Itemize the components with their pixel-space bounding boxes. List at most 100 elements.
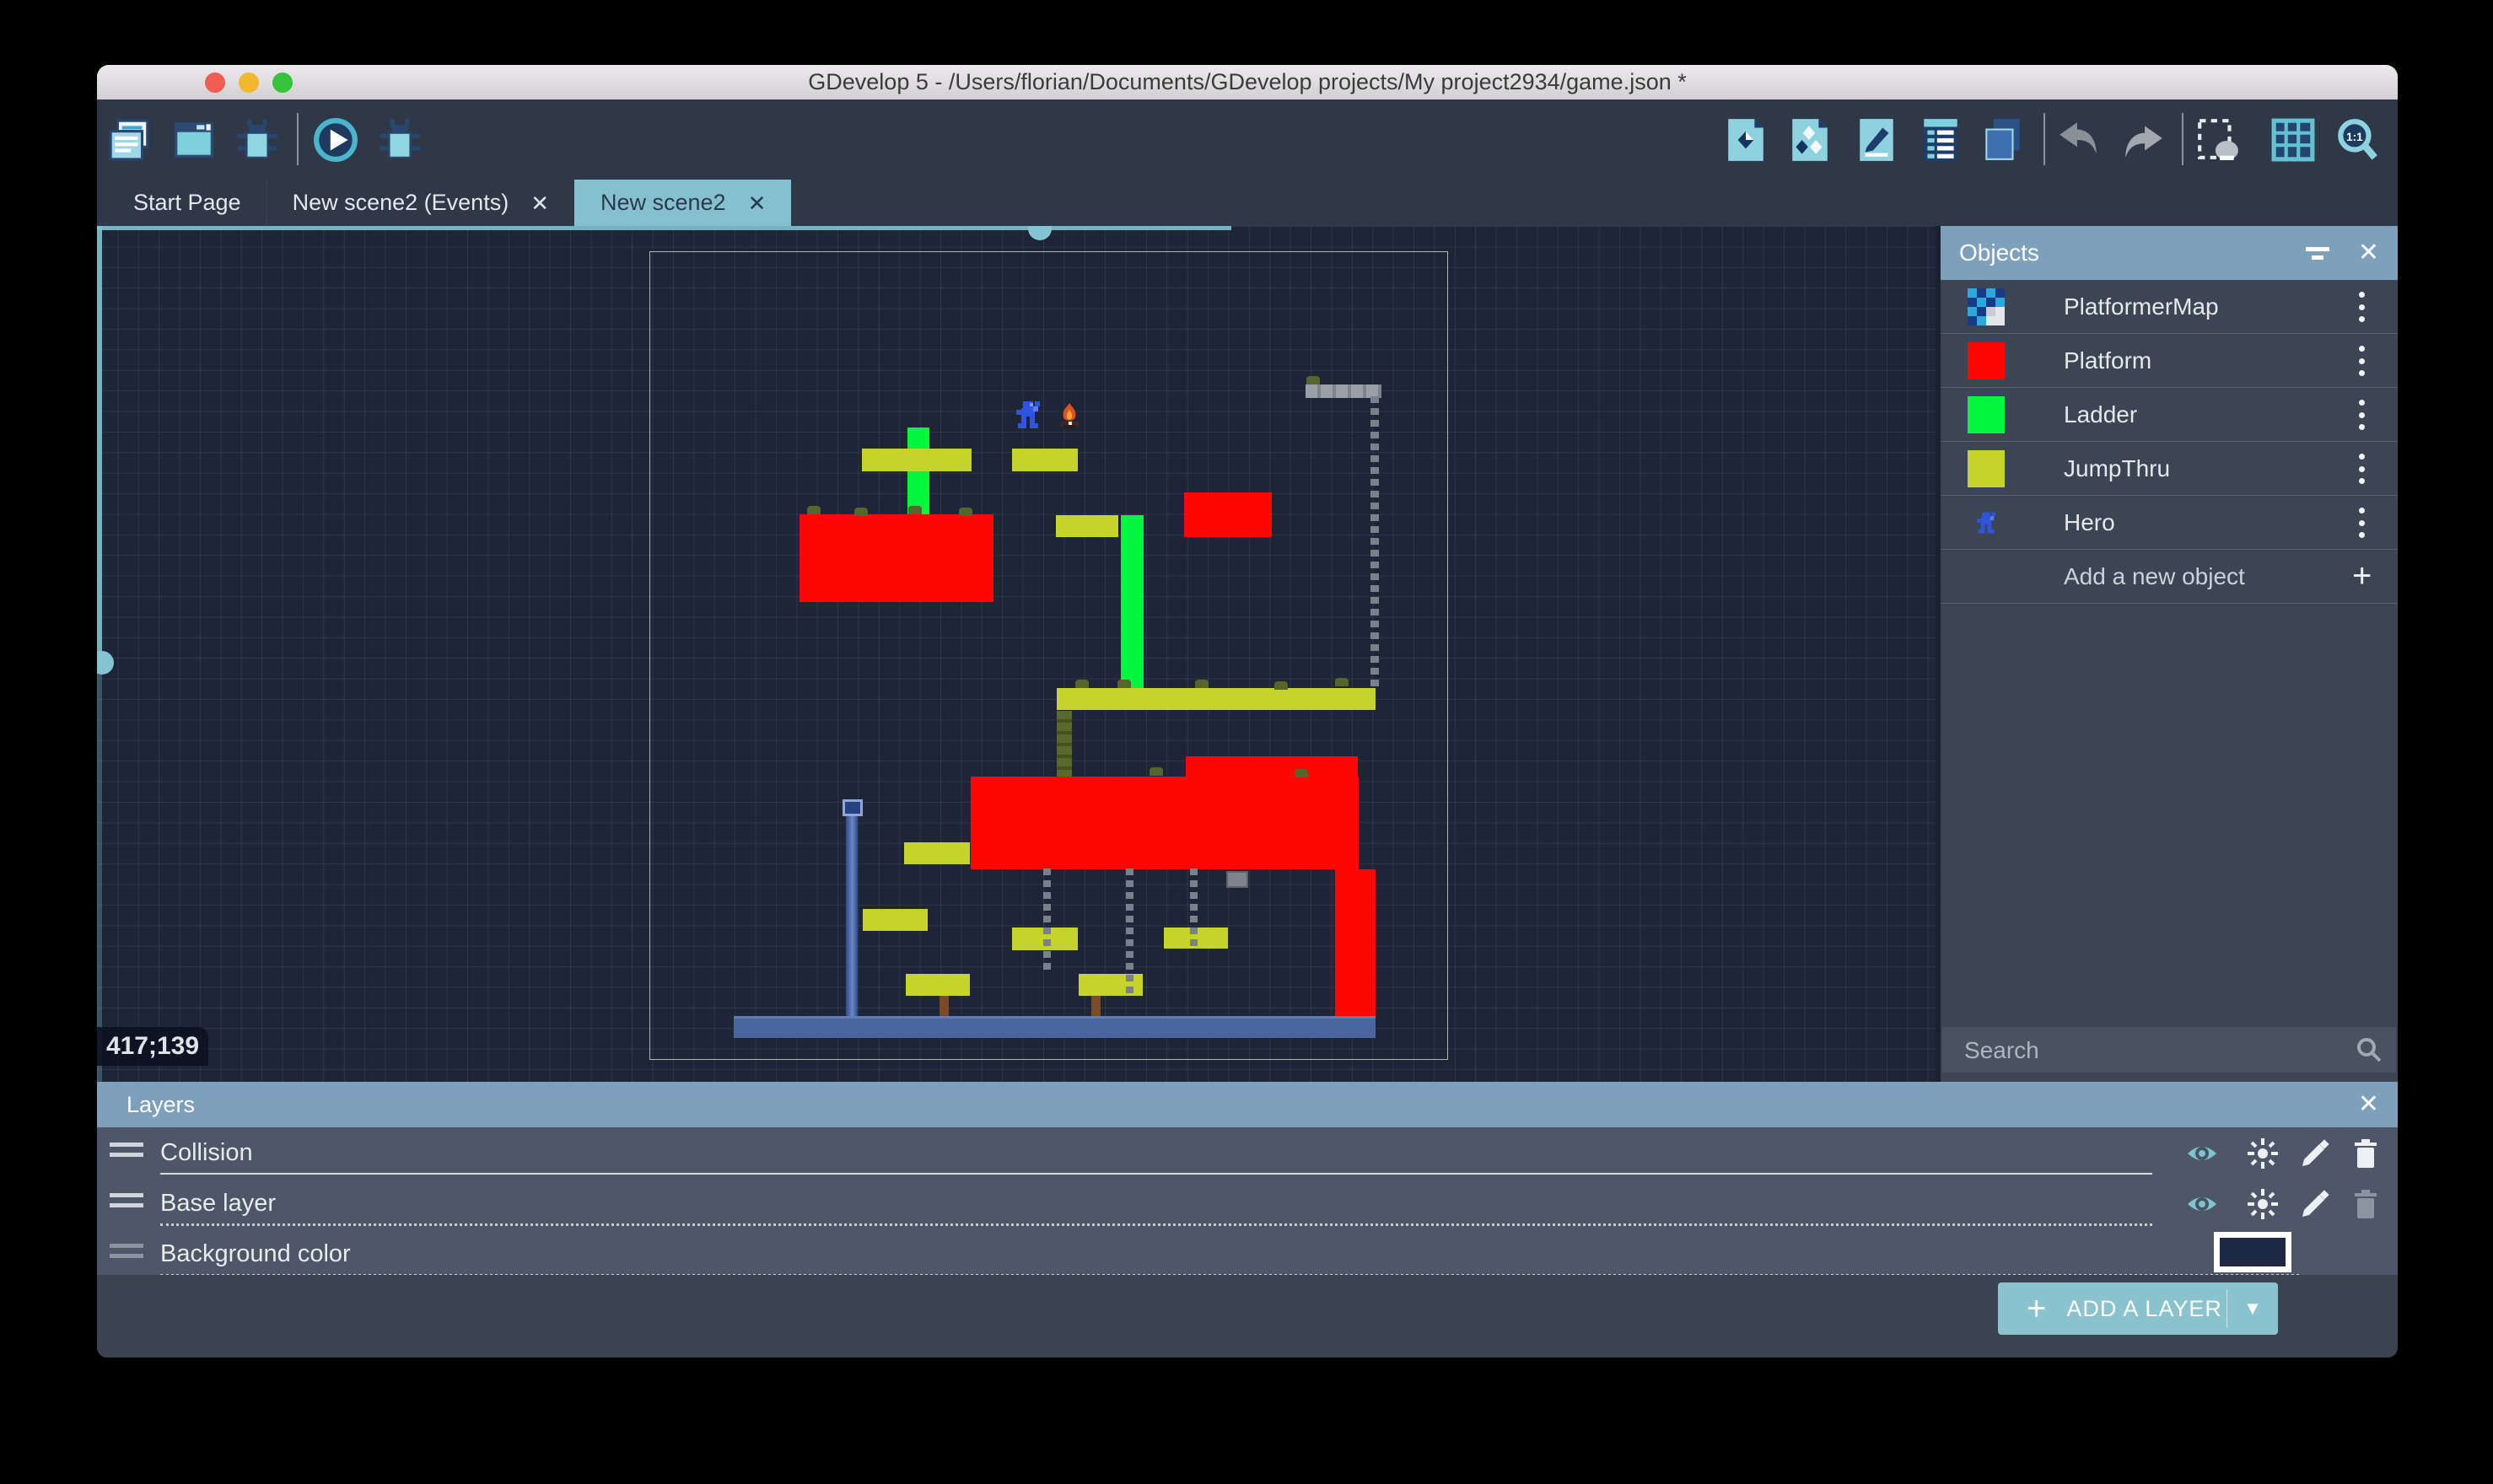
- scene-block-yellow[interactable]: [862, 449, 972, 471]
- background-color-swatch[interactable]: [2214, 1232, 2291, 1272]
- vertical-scrollbar-thumb[interactable]: [97, 651, 114, 675]
- object-menu-icon[interactable]: [2359, 508, 2366, 538]
- scene-block-chain[interactable]: [1043, 868, 1051, 974]
- edit-icon[interactable]: [2299, 1137, 2331, 1169]
- scene-block-chain[interactable]: [1370, 396, 1379, 691]
- scene-block-tuft[interactable]: [807, 506, 821, 514]
- debug-preview-icon[interactable]: [377, 117, 423, 163]
- object-groups-icon[interactable]: [1787, 117, 1833, 163]
- scene-block-pole[interactable]: [846, 804, 858, 1017]
- scene-block-tuft[interactable]: [1306, 376, 1320, 384]
- hero-instance[interactable]: [1016, 400, 1040, 430]
- scene-block-red[interactable]: [800, 514, 993, 602]
- vertical-scrollbar-track[interactable]: [97, 664, 102, 1082]
- scene-block-chain[interactable]: [1190, 868, 1198, 949]
- close-panel-icon[interactable]: ✕: [2358, 1092, 2379, 1117]
- scene-block-tuft[interactable]: [1117, 680, 1131, 688]
- scene-block-yellow[interactable]: [1056, 515, 1118, 537]
- redo-icon[interactable]: [2120, 117, 2166, 163]
- vertical-scrollbar[interactable]: [97, 226, 102, 664]
- zoom-1-1-icon[interactable]: 1:1: [2334, 117, 2380, 163]
- scene-editor-icon[interactable]: [171, 117, 217, 163]
- effects-icon[interactable]: [2247, 1137, 2279, 1169]
- undo-icon[interactable]: [2056, 117, 2102, 163]
- object-menu-icon[interactable]: [2359, 346, 2366, 376]
- eye-icon[interactable]: [2186, 1137, 2218, 1169]
- tab-new-scene2-events[interactable]: New scene2 (Events) ✕: [267, 180, 574, 226]
- campfire-instance[interactable]: [1058, 403, 1080, 430]
- scene-block-tuft[interactable]: [1195, 680, 1209, 688]
- scene-block-yellow[interactable]: [904, 842, 970, 864]
- close-tab-icon[interactable]: ✕: [748, 192, 767, 214]
- scene-block-red[interactable]: [1186, 756, 1358, 777]
- layers-list-icon[interactable]: [1979, 117, 2025, 163]
- debugger-icon[interactable]: [234, 117, 280, 163]
- edit-properties-icon[interactable]: [1854, 117, 1899, 163]
- layer-row-base-layer[interactable]: Base layer: [97, 1178, 2398, 1229]
- scene-block-tuft[interactable]: [1274, 681, 1288, 690]
- drag-handle-icon[interactable]: [110, 1143, 143, 1161]
- tab-start-page[interactable]: Start Page: [108, 180, 267, 226]
- layer-name-field[interactable]: Collision: [160, 1132, 2152, 1175]
- object-search-box[interactable]: [1942, 1027, 2396, 1073]
- drag-handle-icon[interactable]: [110, 1193, 143, 1212]
- object-row-platform[interactable]: Platform: [1941, 334, 2398, 388]
- layer-row-background-color[interactable]: Background color: [97, 1229, 2398, 1279]
- scene-block-tuft[interactable]: [1150, 767, 1163, 776]
- scene-block-tuft[interactable]: [959, 508, 972, 516]
- object-menu-icon[interactable]: [2359, 454, 2366, 484]
- play-icon[interactable]: [313, 117, 358, 163]
- scene-block-red[interactable]: [1335, 869, 1376, 1018]
- object-menu-icon[interactable]: [2359, 400, 2366, 430]
- scene-block-brick[interactable]: [1226, 871, 1248, 888]
- scene-block-green[interactable]: [907, 427, 929, 517]
- delete-icon[interactable]: [2350, 1137, 2382, 1169]
- add-instance-icon[interactable]: [1723, 117, 1769, 163]
- object-row-ladder[interactable]: Ladder: [1941, 388, 2398, 442]
- scene-block-tuft[interactable]: [1295, 769, 1308, 777]
- chevron-down-icon[interactable]: ▼: [2227, 1298, 2278, 1320]
- search-input[interactable]: [1963, 1027, 2320, 1074]
- close-tab-icon[interactable]: ✕: [530, 192, 549, 214]
- scene-block-cap[interactable]: [843, 799, 863, 816]
- scene-block-yellow[interactable]: [1012, 449, 1078, 471]
- effects-icon[interactable]: [2247, 1188, 2279, 1220]
- scene-block-red[interactable]: [1184, 492, 1272, 537]
- scene-block-tuft[interactable]: [908, 506, 922, 514]
- add-object-row[interactable]: Add a new object +: [1941, 550, 2398, 604]
- scene-block-ground[interactable]: [734, 1016, 1376, 1038]
- grid-icon[interactable]: [2270, 117, 2316, 163]
- layer-name-field[interactable]: Background color: [160, 1234, 2299, 1277]
- horizontal-scrollbar-thumb[interactable]: [1028, 226, 1052, 240]
- object-row-platformermap[interactable]: PlatformerMap: [1941, 280, 2398, 334]
- scene-block-yellow[interactable]: [906, 974, 970, 996]
- scene-block-tuft[interactable]: [854, 508, 868, 516]
- scene-block-red[interactable]: [971, 777, 1359, 869]
- edit-icon[interactable]: [2299, 1188, 2331, 1220]
- project-manager-icon[interactable]: [107, 117, 153, 163]
- object-row-hero[interactable]: Hero: [1941, 496, 2398, 550]
- tab-new-scene2[interactable]: New scene2 ✕: [574, 180, 791, 226]
- filter-icon[interactable]: [2303, 239, 2332, 266]
- plus-icon[interactable]: +: [2352, 550, 2372, 604]
- scene-block-yellow[interactable]: [863, 909, 928, 931]
- delete-selection-icon[interactable]: [2195, 117, 2241, 163]
- scene-block-post[interactable]: [940, 996, 949, 1018]
- scene-block-olive[interactable]: [1057, 711, 1072, 777]
- object-menu-icon[interactable]: [2359, 292, 2366, 322]
- close-panel-icon[interactable]: ✕: [2358, 240, 2379, 266]
- add-layer-button[interactable]: + ADD A LAYER ▼: [1998, 1282, 2278, 1335]
- layer-name-field[interactable]: Base layer: [160, 1183, 2152, 1226]
- layer-row-collision[interactable]: Collision: [97, 1127, 2398, 1178]
- instances-list-icon[interactable]: [1918, 117, 1963, 163]
- scene-block-chain[interactable]: [1126, 868, 1133, 996]
- horizontal-scrollbar[interactable]: [97, 226, 1231, 230]
- scene-block-post[interactable]: [1091, 996, 1101, 1018]
- scene-canvas[interactable]: 417;139: [97, 226, 1936, 1082]
- object-row-jumpthru[interactable]: JumpThru: [1941, 442, 2398, 496]
- scene-block-yellow[interactable]: [1057, 688, 1376, 710]
- scene-block-tuft[interactable]: [1075, 680, 1089, 688]
- eye-icon[interactable]: [2186, 1188, 2218, 1220]
- scene-block-green[interactable]: [1121, 515, 1144, 691]
- scene-block-tuft[interactable]: [1335, 678, 1349, 686]
